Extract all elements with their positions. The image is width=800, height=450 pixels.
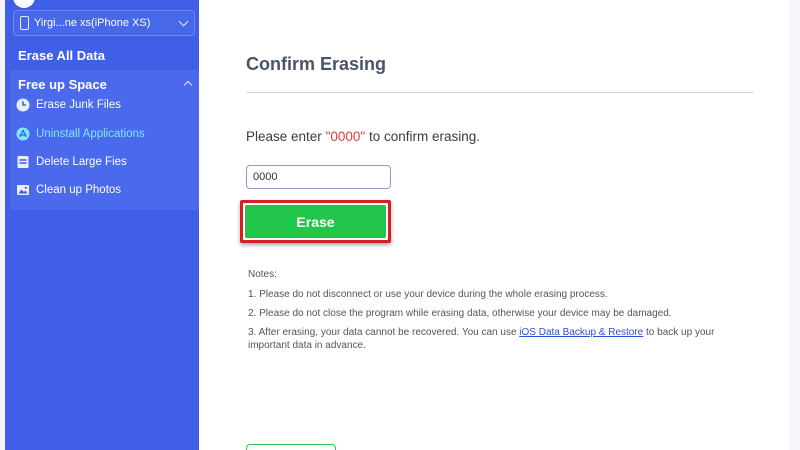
right-edge: [789, 0, 800, 450]
section-title[interactable]: Free up Space: [18, 77, 107, 92]
sidebar-item-delete-large-files[interactable]: Delete Large Fies: [16, 152, 127, 172]
chevron-down-icon: [178, 16, 189, 27]
prompt-code: "0000": [325, 129, 366, 144]
main-panel: Confirm Erasing Please enter "0000" to c…: [199, 0, 789, 450]
prompt-text-before: Please enter: [246, 129, 326, 144]
notes-heading: Notes:: [248, 269, 277, 280]
sidebar: Yirgi...ne xs(iPhone XS) Erase All Data …: [5, 0, 199, 450]
free-up-space-section: Free up Space Erase Junk Files Uninstall…: [10, 70, 199, 210]
erase-button[interactable]: Erase: [245, 205, 386, 238]
app-window: Yirgi...ne xs(iPhone XS) Erase All Data …: [0, 0, 800, 450]
note-3: 3. After erasing, your data cannot be re…: [248, 326, 748, 352]
sidebar-item-label: Clean up Photos: [36, 184, 122, 196]
ios-data-backup-restore-link[interactable]: iOS Data Backup & Restore: [519, 327, 643, 338]
chevron-up-icon[interactable]: [183, 80, 193, 90]
app-store-icon: [16, 127, 30, 141]
prompt-text-after: to confirm erasing.: [365, 129, 480, 144]
sidebar-item-erase-junk-files[interactable]: Erase Junk Files: [16, 95, 121, 115]
file-icon: [17, 156, 29, 168]
note-3-text-before: 3. After erasing, your data cannot be re…: [248, 327, 520, 338]
note-2: 2. Please do not close the program while…: [248, 308, 672, 319]
erase-button-highlight: Erase: [240, 200, 391, 243]
clock-icon: [16, 98, 30, 112]
sidebar-item-erase-all-data[interactable]: Erase All Data: [18, 48, 105, 63]
page-title: Confirm Erasing: [246, 54, 387, 74]
confirm-code-input[interactable]: [246, 165, 391, 189]
confirm-prompt: Please enter "0000" to confirm erasing.: [246, 129, 480, 144]
sidebar-item-clean-up-photos[interactable]: Clean up Photos: [16, 180, 121, 200]
device-selector[interactable]: Yirgi...ne xs(iPhone XS): [13, 10, 195, 36]
photo-icon: [17, 185, 29, 195]
sidebar-item-label: Delete Large Fies: [36, 156, 127, 168]
notes: Notes: 1. Please do not disconnect or us…: [248, 268, 748, 358]
device-label: Yirgi...ne xs(iPhone XS): [34, 17, 151, 29]
phone-icon: [20, 16, 29, 30]
sidebar-item-label: Erase Junk Files: [36, 99, 122, 111]
bottom-button[interactable]: [246, 444, 336, 450]
divider: [246, 92, 754, 93]
note-1: 1. Please do not disconnect or use your …: [248, 289, 608, 300]
sidebar-item-uninstall-applications[interactable]: Uninstall Applications: [16, 124, 145, 144]
device-avatar: [13, 0, 35, 8]
sidebar-item-label: Uninstall Applications: [36, 128, 145, 140]
